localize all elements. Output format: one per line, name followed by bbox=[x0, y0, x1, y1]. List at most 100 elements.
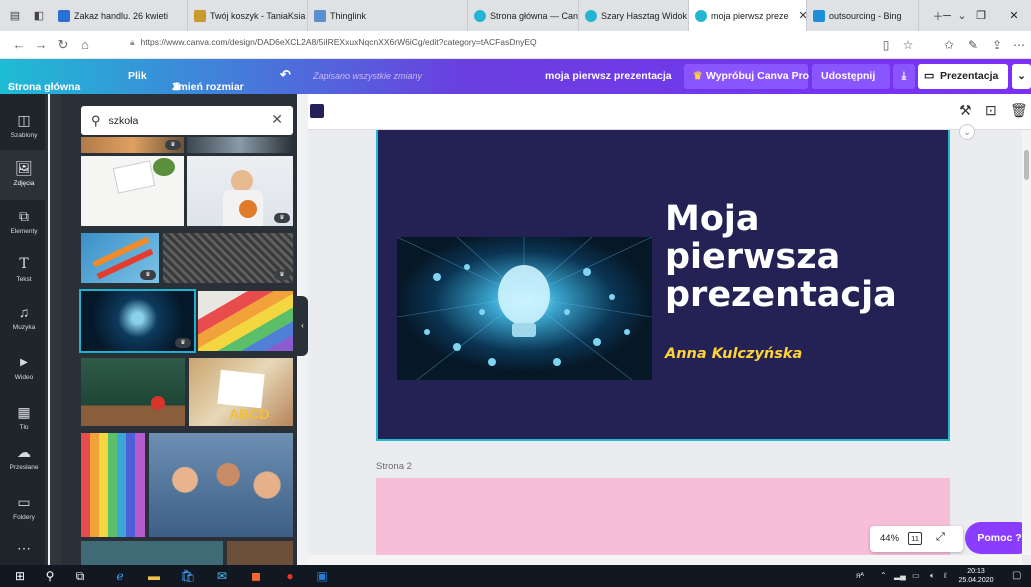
present-button[interactable]: ▭ Prezentacja bbox=[918, 64, 1008, 89]
photo-thumb[interactable] bbox=[227, 541, 293, 565]
close-tab-icon[interactable]: ✕ bbox=[799, 9, 806, 22]
favorites-bar-icon[interactable]: ✩ bbox=[938, 31, 960, 59]
color-swatch[interactable] bbox=[310, 104, 324, 118]
tab-actions-icon[interactable]: ▤ bbox=[6, 7, 24, 25]
tray-overflow-icon[interactable]: ⌃ bbox=[880, 565, 887, 587]
volume-icon[interactable]: 🔈︎ bbox=[930, 565, 935, 587]
zoom-level[interactable]: 44% bbox=[880, 533, 899, 544]
try-pro-button[interactable]: ♛ Wypróbuj Canva Pro bbox=[684, 64, 809, 89]
minimize-icon[interactable]: ─ bbox=[930, 0, 964, 31]
refresh-icon[interactable]: ↻ bbox=[52, 37, 74, 53]
photo-thumb[interactable] bbox=[81, 156, 184, 226]
horizontal-scrollbar[interactable] bbox=[308, 555, 1022, 565]
collapse-panel-handle[interactable]: ‹ bbox=[297, 296, 308, 356]
favorite-star-icon[interactable]: ☆ bbox=[897, 31, 919, 59]
photo-thumb[interactable] bbox=[187, 137, 293, 153]
photo-thumb[interactable] bbox=[198, 291, 293, 351]
download-icon[interactable]: ⤓ bbox=[893, 64, 915, 89]
windows-start-icon[interactable]: ⊞ bbox=[6, 565, 34, 587]
task-view-icon[interactable]: ⧉ bbox=[66, 565, 94, 587]
photo-thumb[interactable]: ♛ bbox=[187, 156, 293, 226]
browser-tab-0[interactable]: Zakaz handlu. 26 kwieti bbox=[52, 0, 188, 31]
rail-item-more[interactable]: ⋯ bbox=[0, 534, 48, 565]
tab-favicon-icon bbox=[695, 9, 707, 22]
share-button[interactable]: Udostępnij bbox=[812, 64, 890, 89]
battery-icon[interactable]: ▭ bbox=[912, 565, 920, 587]
lock-icon[interactable]: ⊡ bbox=[985, 102, 997, 119]
mail-icon[interactable]: ✉ bbox=[208, 565, 236, 587]
browser-tab-strip: ▤ ◧ Zakaz handlu. 26 kwieti Twój koszyk … bbox=[0, 0, 1031, 31]
vertical-scrollbar[interactable] bbox=[1022, 130, 1031, 555]
browser-tab-4[interactable]: Szary Hasztag Widok z bbox=[579, 0, 689, 31]
rail-item-uploads[interactable]: ☁ Przesłane bbox=[0, 434, 48, 484]
photo-thumb[interactable]: ♛ bbox=[163, 233, 293, 283]
slide-1[interactable]: Moja pierwsza prezentacja Anna Kulczyńsk… bbox=[376, 130, 950, 441]
clock-time: 20:13 bbox=[967, 568, 985, 575]
photo-thumb[interactable] bbox=[81, 433, 145, 537]
delete-icon[interactable]: 🗑︎ bbox=[1010, 102, 1028, 119]
restore-icon[interactable]: ❐ bbox=[964, 0, 998, 31]
slide-author[interactable]: Anna Kulczyńska bbox=[665, 346, 802, 362]
lightbulb-image[interactable] bbox=[397, 237, 652, 380]
forward-icon[interactable]: → bbox=[30, 37, 52, 52]
tab-set-aside-icon[interactable]: ◧ bbox=[30, 7, 48, 25]
back-icon[interactable]: ← bbox=[8, 37, 30, 52]
present-options-chevron-icon[interactable]: ⌄ bbox=[1012, 64, 1031, 89]
network-icon[interactable]: ▂▄ bbox=[894, 565, 906, 587]
document-title[interactable]: moja pierwsz prezentacja bbox=[545, 70, 672, 82]
photo-thumb[interactable] bbox=[81, 541, 223, 565]
photo-thumb[interactable]: ♛ bbox=[81, 137, 184, 153]
office-icon[interactable]: ◼ bbox=[242, 565, 270, 587]
photo-thumb[interactable]: ♛ bbox=[79, 289, 196, 353]
page-count-badge[interactable]: 11 bbox=[908, 532, 922, 545]
rail-item-elements[interactable]: ⧉ Elementy bbox=[0, 198, 48, 248]
people-icon[interactable]: ᴙᴬ bbox=[856, 565, 864, 587]
photo-thumb[interactable]: ABCD bbox=[189, 358, 293, 426]
notes-icon[interactable]: ✎ bbox=[962, 31, 984, 59]
photo-thumb[interactable] bbox=[81, 358, 185, 426]
rail-item-photos[interactable]: 🖼 Zdjęcia bbox=[0, 150, 48, 200]
clear-search-icon[interactable]: ✕ bbox=[271, 111, 283, 128]
photo-thumb[interactable]: ♛ bbox=[81, 233, 159, 283]
search-icon[interactable]: ⚲ bbox=[36, 565, 64, 587]
notifications-icon[interactable]: ▢ bbox=[1012, 565, 1021, 587]
photo-search-box[interactable]: ⚲ ✕ bbox=[81, 106, 293, 135]
rail-scrollbar[interactable] bbox=[50, 94, 61, 565]
word-icon[interactable]: ▣ bbox=[308, 565, 336, 587]
fullscreen-icon[interactable]: ⤢ bbox=[936, 531, 945, 544]
zoom-controls[interactable]: 44% 11 ⤢ bbox=[870, 526, 963, 552]
reading-view-icon[interactable]: ▯ bbox=[875, 31, 897, 59]
close-window-icon[interactable]: ✕ bbox=[997, 0, 1031, 31]
rail-item-folders[interactable]: ▭ Foldery bbox=[0, 484, 48, 534]
language-icon[interactable]: ℓ bbox=[944, 565, 947, 587]
browser-tab-1[interactable]: Twój koszyk - TaniaKsia bbox=[188, 0, 308, 31]
search-input[interactable] bbox=[108, 114, 259, 127]
slide-title[interactable]: Moja pierwsza prezentacja bbox=[665, 200, 935, 314]
rail-item-text[interactable]: T Tekst bbox=[0, 246, 48, 296]
browser-tab-5[interactable]: moja pierwsz preze ✕ bbox=[689, 0, 807, 31]
vertical-scroll-thumb[interactable] bbox=[1024, 150, 1029, 180]
slide-options-chevron-icon[interactable]: ⌄ bbox=[959, 124, 975, 140]
more-browser-icon[interactable]: ⋯ bbox=[1008, 31, 1030, 59]
rail-item-templates[interactable]: ◫ Szablony bbox=[0, 102, 48, 152]
copy-style-icon[interactable]: ⚒ bbox=[959, 102, 972, 119]
rail-item-video[interactable]: ▶ Wideo bbox=[0, 344, 48, 394]
rail-item-music[interactable]: ♫ Muzyka bbox=[0, 294, 48, 344]
browser-tab-3[interactable]: Strona główna — Canv bbox=[468, 0, 579, 31]
tab-label: Szary Hasztag Widok z bbox=[601, 10, 689, 21]
slide-2[interactable] bbox=[376, 478, 950, 565]
undo-icon[interactable]: ↶ bbox=[280, 67, 291, 83]
share-browser-icon[interactable]: ⇪ bbox=[986, 31, 1008, 59]
photo-thumb[interactable] bbox=[149, 433, 293, 537]
file-menu[interactable]: Plik bbox=[128, 70, 147, 82]
clock[interactable]: 20:13 25.04.2020 bbox=[958, 567, 994, 585]
opera-icon[interactable]: ● bbox=[276, 565, 304, 587]
file-explorer-icon[interactable]: ▬ bbox=[140, 565, 168, 587]
rail-label: Foldery bbox=[13, 514, 35, 521]
edge-browser-icon[interactable]: ℯ bbox=[106, 565, 134, 587]
browser-tab-2[interactable]: Thinglink bbox=[308, 0, 468, 31]
store-icon[interactable]: 🛍︎ bbox=[174, 565, 202, 587]
browser-tab-6[interactable]: outsourcing - Bing bbox=[807, 0, 919, 31]
url-field[interactable]: 🔒︎ https://www.canva.com/design/DAD6eXCL2… bbox=[130, 37, 537, 48]
home-icon[interactable]: ⌂ bbox=[74, 37, 96, 52]
